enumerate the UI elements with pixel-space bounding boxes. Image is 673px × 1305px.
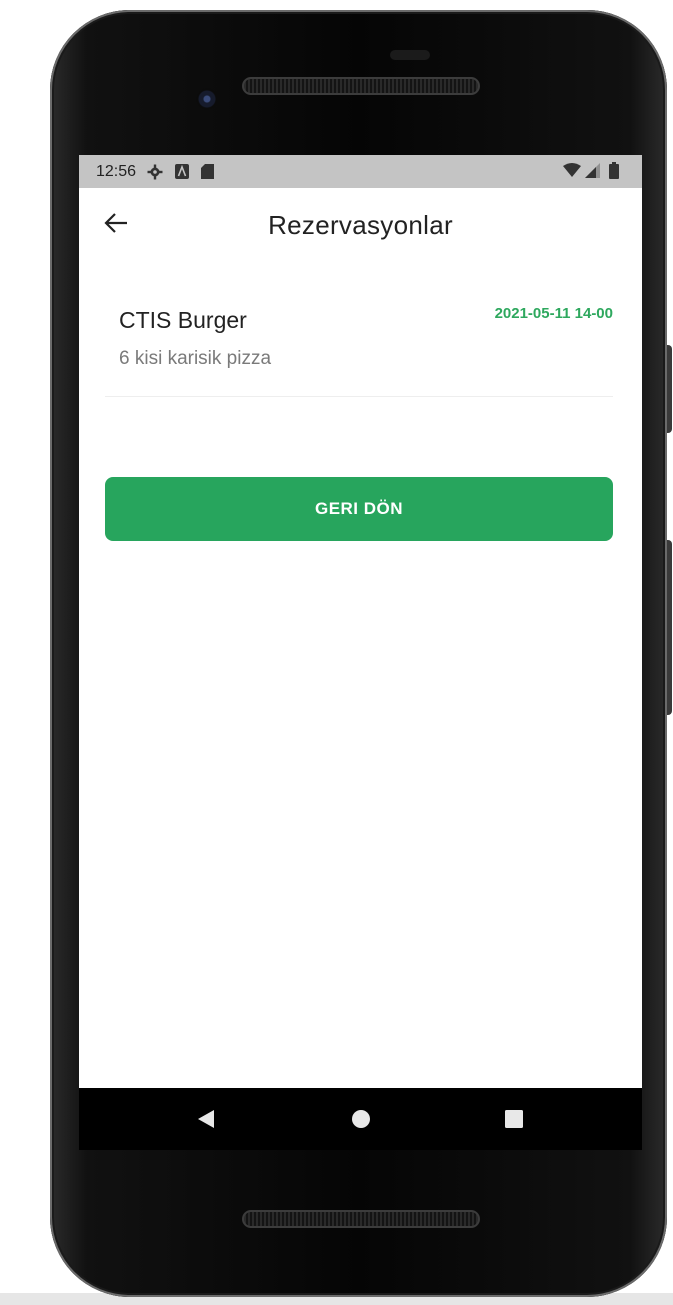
- reservation-restaurant-name: CTIS Burger: [119, 307, 247, 333]
- reservation-list-item[interactable]: CTIS Burger 6 kisi karisik pizza 2021-05…: [105, 285, 613, 397]
- android-navigation-bar: [79, 1088, 642, 1150]
- bottom-speaker: [242, 1210, 480, 1228]
- proximity-sensor: [390, 50, 430, 60]
- signal-icon: [585, 163, 600, 183]
- triangle-back-icon[interactable]: [176, 1088, 236, 1150]
- circle-home-icon[interactable]: [331, 1088, 391, 1150]
- square-recents-icon[interactable]: [484, 1088, 544, 1150]
- wifi-icon: [563, 163, 581, 182]
- sd-card-icon: [201, 164, 214, 184]
- device-screen: 12:56 Rezervasyonlar CTIS Burger 6 kisi …: [79, 155, 642, 1088]
- reservation-datetime: 2021-05-11 14-00: [494, 305, 613, 322]
- app-bar: Rezervasyonlar: [79, 188, 642, 268]
- go-back-button[interactable]: GERI DÖN: [105, 477, 613, 541]
- status-time: 12:56: [96, 163, 137, 180]
- settings-icon: [147, 164, 163, 185]
- status-bar: 12:56: [79, 155, 642, 188]
- front-camera: [196, 88, 218, 110]
- battery-icon: [609, 162, 619, 184]
- page-title: Rezervasyonlar: [268, 210, 453, 240]
- notification-a-icon: [175, 164, 189, 184]
- top-speaker: [242, 77, 480, 95]
- reservation-description: 6 kisi karisik pizza: [119, 348, 272, 369]
